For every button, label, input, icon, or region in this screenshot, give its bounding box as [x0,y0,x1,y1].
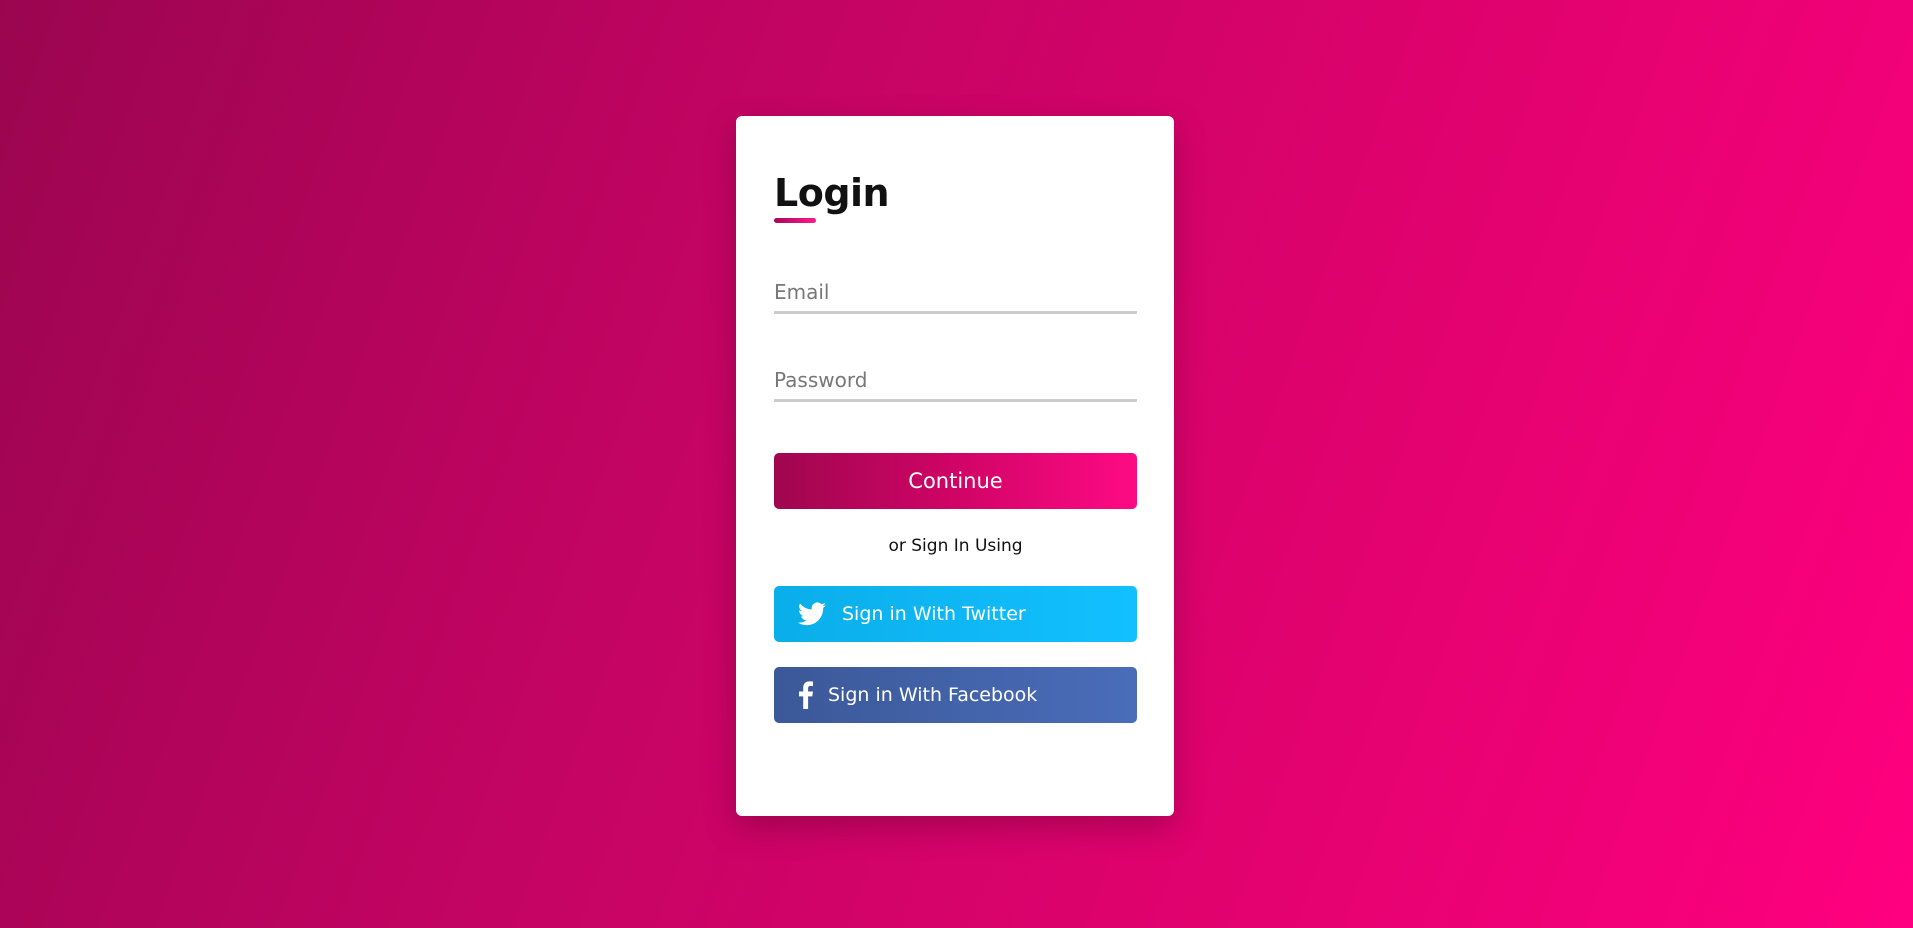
facebook-icon [798,681,814,709]
or-sign-in-text: or Sign In Using [888,536,1023,556]
twitter-button-label: Sign in With Twitter [842,603,1026,625]
password-field[interactable] [774,360,1137,402]
facebook-button-label: Sign in With Facebook [828,684,1038,706]
page-title: Login [774,171,890,215]
facebook-sign-in-button[interactable]: Sign in With Facebook [774,667,1137,723]
continue-button[interactable]: Continue [774,453,1137,509]
twitter-icon [798,602,826,626]
title-underline [774,218,816,223]
login-card: Login Continue or Sign In Using Sign in … [736,116,1174,816]
email-field[interactable] [774,272,1137,314]
twitter-sign-in-button[interactable]: Sign in With Twitter [774,586,1137,642]
